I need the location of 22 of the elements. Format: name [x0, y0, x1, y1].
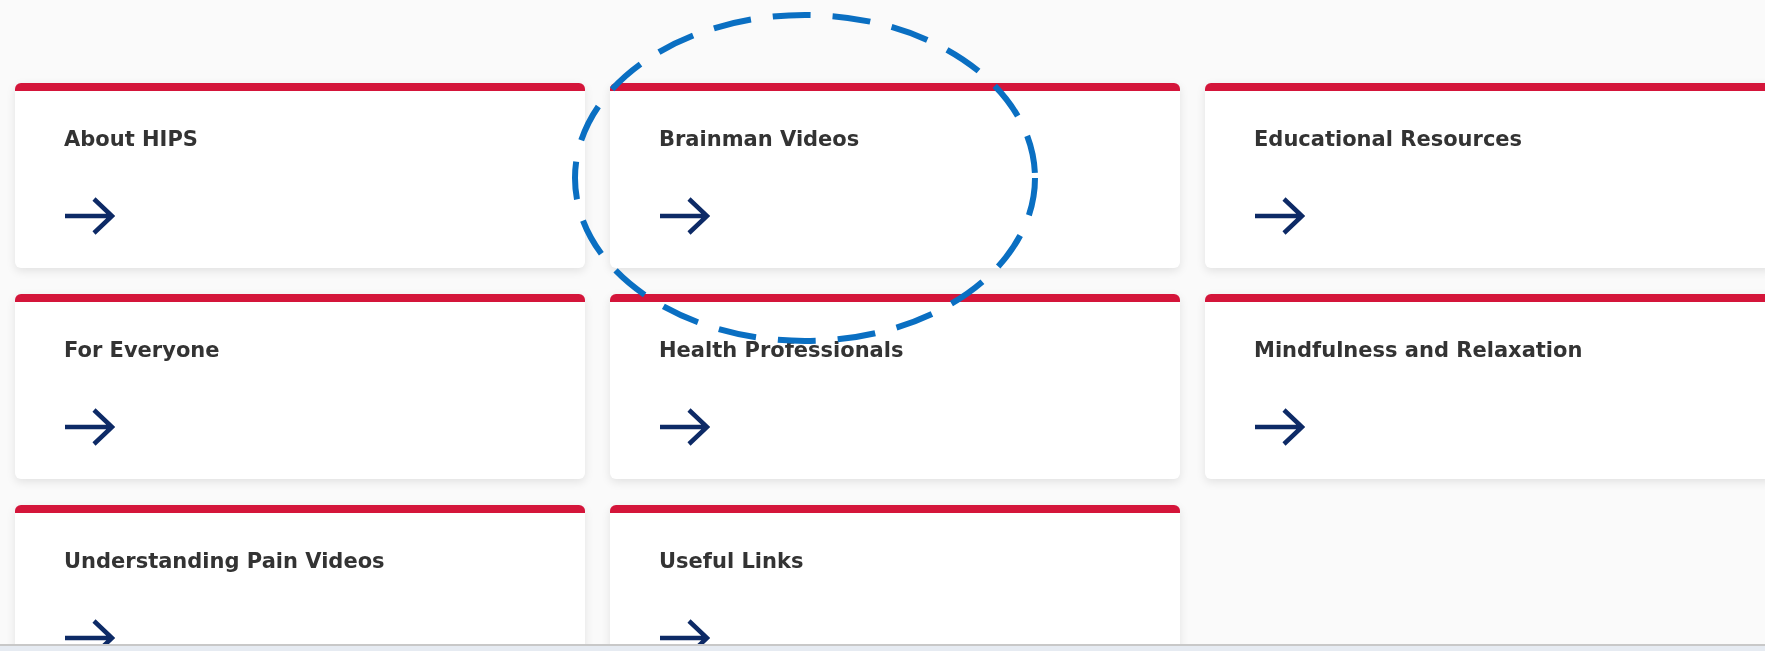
- card-title: Educational Resources: [1254, 127, 1524, 151]
- link-card[interactable]: Educational Resources: [1205, 83, 1765, 268]
- link-card[interactable]: Mindfulness and Relaxation: [1205, 294, 1765, 479]
- card-title: About HIPS: [64, 127, 199, 151]
- arrow-right-icon: [1254, 197, 1305, 235]
- card-title: Understanding Pain Videos: [64, 549, 386, 573]
- arrow-right-icon: [659, 197, 710, 235]
- arrow-right-icon: [64, 408, 115, 446]
- arrow-right-icon: [64, 197, 115, 235]
- link-card[interactable]: About HIPS: [15, 83, 585, 268]
- card-title: Mindfulness and Relaxation: [1254, 338, 1584, 362]
- arrow-right-icon: [1254, 408, 1305, 446]
- card-title: Useful Links: [659, 549, 805, 573]
- link-card[interactable]: Health Professionals: [610, 294, 1180, 479]
- link-card[interactable]: For Everyone: [15, 294, 585, 479]
- link-card[interactable]: Useful Links: [610, 505, 1180, 644]
- card-title: Health Professionals: [659, 338, 905, 362]
- card-title: For Everyone: [64, 338, 221, 362]
- card-title: Brainman Videos: [659, 127, 861, 151]
- link-card[interactable]: Understanding Pain Videos: [15, 505, 585, 644]
- link-card[interactable]: Brainman Videos: [610, 83, 1180, 268]
- arrow-right-icon: [659, 408, 710, 446]
